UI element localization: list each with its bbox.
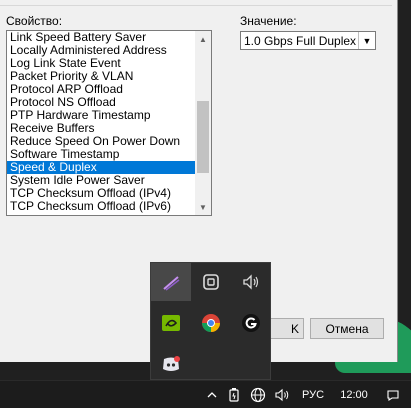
listbox-scrollbar[interactable]: ▲ ▼ <box>195 31 211 215</box>
top-divider <box>0 0 392 6</box>
property-list-item[interactable]: Software Timestamp <box>7 148 197 161</box>
battery-icon[interactable] <box>226 381 242 408</box>
ok-button-label: K <box>290 321 299 336</box>
property-list-item[interactable]: Packet Priority & VLAN <box>7 70 197 83</box>
pen-icon[interactable] <box>151 263 191 301</box>
input-language-indicator[interactable]: РУС <box>298 381 328 408</box>
property-list-item[interactable]: System Idle Power Saver <box>7 174 197 187</box>
value-dropdown-selected: 1.0 Gbps Full Duplex <box>244 34 357 48</box>
dropdown-arrow-icon[interactable]: ▼ <box>358 32 375 49</box>
property-listbox[interactable]: Link Speed Battery Saver Locally Administ… <box>6 30 212 216</box>
notifications-icon[interactable] <box>382 381 404 408</box>
cancel-button-label: Отмена <box>325 321 369 336</box>
discord-icon[interactable] <box>151 345 191 383</box>
property-list-item[interactable]: Receive Buffers <box>7 122 197 135</box>
scroll-thumb[interactable] <box>197 101 209 173</box>
property-list-item[interactable]: TCP Checksum Offload (IPv6) <box>7 200 197 213</box>
property-list-item[interactable]: Protocol NS Offload <box>7 96 197 109</box>
volume-icon[interactable] <box>272 381 292 408</box>
property-list-item[interactable]: TCP Checksum Offload (IPv4) <box>7 187 197 200</box>
property-label: Свойство: <box>6 14 63 28</box>
value-label: Значение: <box>240 14 297 28</box>
property-list-item[interactable]: Locally Administered Address <box>7 44 197 57</box>
property-list-item[interactable]: Speed & Duplex <box>7 161 197 174</box>
taskbar: РУС 12:00 <box>0 380 411 408</box>
logitech-g-icon[interactable] <box>231 304 271 342</box>
property-list-item[interactable]: Link Speed Battery Saver <box>7 31 197 44</box>
property-list-item[interactable]: Reduce Speed On Power Down <box>7 135 197 148</box>
scroll-up-icon[interactable]: ▲ <box>195 31 211 47</box>
show-hidden-icons-chevron-icon[interactable] <box>204 381 220 408</box>
scroll-down-icon[interactable]: ▼ <box>195 199 211 215</box>
property-list-item[interactable]: Protocol ARP Offload <box>7 83 197 96</box>
tray-overflow-flyout <box>150 262 271 380</box>
property-list: Link Speed Battery Saver Locally Administ… <box>7 31 197 213</box>
property-list-item[interactable]: PTP Hardware Timestamp <box>7 109 197 122</box>
chrome-icon[interactable] <box>191 304 231 342</box>
cancel-button[interactable]: Отмена <box>310 318 384 339</box>
property-list-item[interactable]: Log Link State Event <box>7 57 197 70</box>
phone-link-icon[interactable] <box>191 263 231 301</box>
network-globe-icon[interactable] <box>248 381 268 408</box>
nvidia-icon[interactable] <box>151 304 191 342</box>
speaker-icon[interactable] <box>231 263 271 301</box>
taskbar-clock[interactable]: 12:00 <box>334 381 374 408</box>
value-dropdown[interactable]: 1.0 Gbps Full Duplex ▼ <box>240 31 376 50</box>
